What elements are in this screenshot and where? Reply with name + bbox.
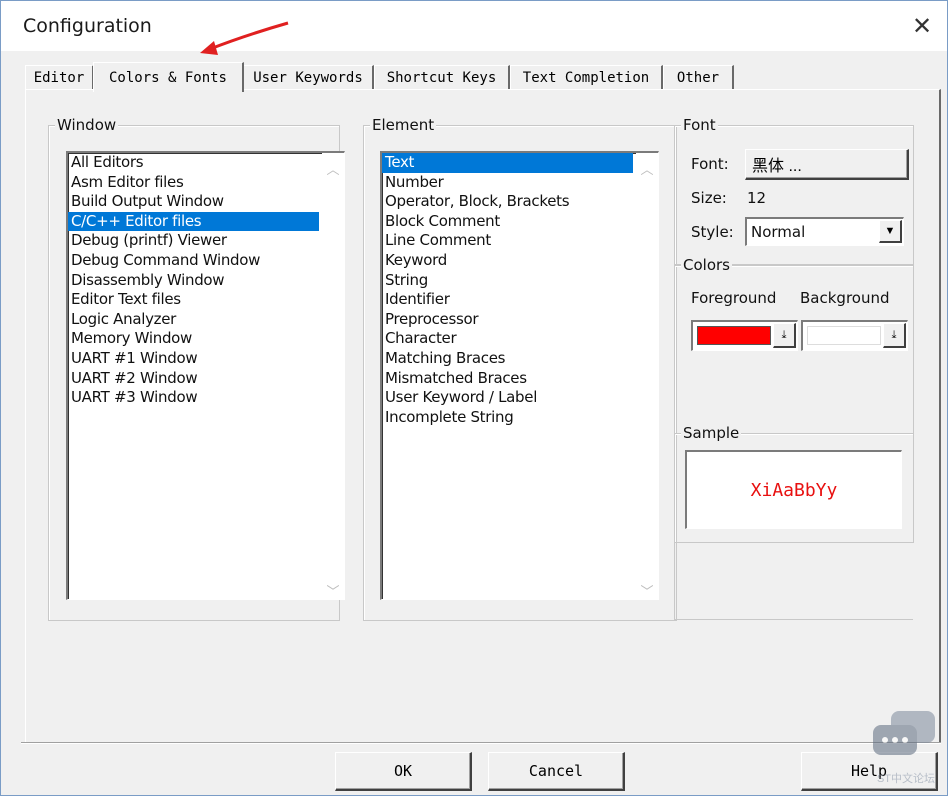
- cancel-button[interactable]: Cancel: [488, 752, 625, 791]
- sample-preview: XiAaBbYy: [685, 450, 902, 529]
- list-item[interactable]: Block Comment: [382, 212, 658, 232]
- background-label: Background: [800, 289, 890, 307]
- colors-group: Colors Foreground Background ⤓ ⤓: [674, 256, 914, 434]
- element-scrollbar[interactable]: ︿ ﹀: [636, 153, 658, 599]
- list-item[interactable]: Operator, Block, Brackets: [382, 192, 658, 212]
- foreground-swatch: [697, 326, 771, 345]
- style-select[interactable]: Normal ▼: [745, 217, 904, 246]
- element-group-legend: Element: [370, 116, 437, 134]
- tab-label: Editor: [33, 70, 85, 86]
- sample-group-legend: Sample: [681, 424, 742, 442]
- list-item[interactable]: UART #1 Window: [68, 349, 344, 369]
- list-item[interactable]: Editor Text files: [68, 290, 344, 310]
- element-listbox[interactable]: Text Number Operator, Block, Brackets Block…: [380, 151, 659, 600]
- font-value: 黑体 ...: [752, 158, 802, 175]
- foreground-label: Foreground: [691, 289, 777, 307]
- list-item[interactable]: Text: [382, 153, 633, 173]
- list-item[interactable]: Disassembly Window: [68, 271, 344, 291]
- tab-editor[interactable]: Editor: [25, 65, 94, 90]
- font-group-legend: Font: [681, 116, 718, 134]
- element-list-items: Text Number Operator, Block, Brackets Block…: [382, 153, 658, 427]
- list-item[interactable]: Debug Command Window: [68, 251, 344, 271]
- chevron-down-icon[interactable]: ▼: [879, 220, 902, 243]
- element-group: Element Text Number Operator, Block, Brack…: [363, 116, 677, 621]
- size-label: Size:: [691, 189, 727, 207]
- ok-button[interactable]: OK: [335, 752, 472, 791]
- tab-panel: Window All Editors Asm Editor files Build …: [25, 89, 941, 744]
- tab-label: Shortcut Keys: [386, 70, 497, 86]
- list-item[interactable]: UART #2 Window: [68, 369, 344, 389]
- title-bar: Configuration ✕: [1, 1, 947, 51]
- tab-label: Text Completion: [522, 70, 650, 86]
- size-value: 12: [747, 189, 767, 207]
- down-arrow-icon[interactable]: ⤓: [773, 323, 796, 348]
- list-item[interactable]: Debug (printf) Viewer: [68, 231, 344, 251]
- list-item[interactable]: Incomplete String: [382, 408, 658, 428]
- cancel-label: Cancel: [528, 762, 584, 780]
- window-group: Window All Editors Asm Editor files Build …: [48, 116, 345, 621]
- list-item[interactable]: Identifier: [382, 290, 658, 310]
- list-item[interactable]: Logic Analyzer: [68, 310, 344, 330]
- list-item[interactable]: Preprocessor: [382, 310, 658, 330]
- background-swatch: [807, 326, 881, 345]
- list-item[interactable]: Matching Braces: [382, 349, 658, 369]
- list-item[interactable]: Number: [382, 173, 658, 193]
- footer-separator: [21, 742, 941, 744]
- panel-divider: [674, 619, 913, 620]
- list-item[interactable]: Character: [382, 329, 658, 349]
- panel-divider: [674, 541, 675, 619]
- scroll-down-icon[interactable]: ﹀: [326, 581, 340, 599]
- tab-other[interactable]: Other: [663, 65, 734, 90]
- down-arrow-icon[interactable]: ⤓: [883, 323, 906, 348]
- font-group: Font Font: 黑体 ... Size: 12 Style: Normal…: [674, 116, 914, 265]
- list-item[interactable]: All Editors: [68, 153, 344, 173]
- list-item[interactable]: Build Output Window: [68, 192, 344, 212]
- style-label: Style:: [691, 223, 734, 241]
- tab-label: Colors & Fonts: [108, 69, 227, 86]
- window-listbox[interactable]: All Editors Asm Editor files Build Output …: [66, 151, 345, 600]
- close-icon[interactable]: ✕: [907, 11, 937, 41]
- colors-group-legend: Colors: [681, 256, 732, 274]
- ok-label: OK: [393, 762, 413, 780]
- forum-watermark: ST中文论坛: [871, 709, 941, 789]
- list-item[interactable]: Keyword: [382, 251, 658, 271]
- style-value: Normal: [751, 223, 806, 241]
- list-item[interactable]: Line Comment: [382, 231, 658, 251]
- scroll-up-icon[interactable]: ︿: [640, 159, 654, 177]
- sample-text: XiAaBbYy: [750, 479, 838, 501]
- list-item[interactable]: Memory Window: [68, 329, 344, 349]
- window-scrollbar[interactable]: ︿ ﹀: [322, 153, 344, 599]
- tab-label: User Keywords: [253, 70, 363, 86]
- tab-text-completion[interactable]: Text Completion: [510, 65, 663, 90]
- annotation-arrow-icon: [200, 21, 289, 55]
- list-item[interactable]: Mismatched Braces: [382, 369, 658, 389]
- list-item[interactable]: UART #3 Window: [68, 388, 344, 408]
- tab-shortcut-keys[interactable]: Shortcut Keys: [374, 65, 510, 90]
- scroll-up-icon[interactable]: ︿: [326, 159, 340, 177]
- chat-bubble-icon: [873, 711, 935, 755]
- list-item[interactable]: Asm Editor files: [68, 173, 344, 193]
- tab-label: Other: [676, 70, 720, 86]
- tab-colors-fonts[interactable]: Colors & Fonts: [93, 62, 244, 92]
- list-item[interactable]: String: [382, 271, 658, 291]
- list-item[interactable]: C/C++ Editor files: [68, 211, 319, 232]
- foreground-color-select[interactable]: ⤓: [691, 320, 798, 351]
- watermark-text: ST中文论坛: [876, 773, 936, 785]
- list-item[interactable]: User Keyword / Label: [382, 388, 658, 408]
- configuration-dialog: Configuration ✕ Editor Colors & Fonts Us…: [0, 0, 948, 796]
- font-label: Font:: [691, 155, 729, 173]
- background-color-select[interactable]: ⤓: [801, 320, 908, 351]
- tab-user-keywords[interactable]: User Keywords: [243, 65, 374, 90]
- sample-group: Sample XiAaBbYy: [674, 424, 914, 543]
- dialog-title: Configuration: [23, 15, 152, 37]
- scroll-down-icon[interactable]: ﹀: [640, 581, 654, 599]
- font-picker-button[interactable]: 黑体 ...: [745, 149, 909, 180]
- window-list-items: All Editors Asm Editor files Build Output …: [68, 153, 344, 408]
- window-group-legend: Window: [55, 116, 119, 134]
